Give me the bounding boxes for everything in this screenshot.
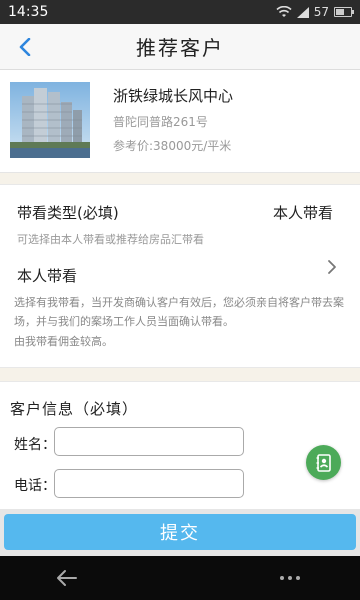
name-label: 姓名： bbox=[14, 437, 56, 453]
viewing-type-hint: 可选择由本人带看或推荐给房品汇带看 bbox=[17, 233, 204, 246]
wifi-icon bbox=[276, 6, 292, 17]
property-card[interactable]: 浙铁绿城长风中心 普陀同普路261号 参考价:38000元/平米 bbox=[0, 70, 360, 173]
viewing-type-value[interactable]: 本人带看 bbox=[273, 202, 333, 223]
property-name: 浙铁绿城长风中心 bbox=[113, 87, 234, 105]
back-button[interactable] bbox=[10, 32, 40, 62]
customer-info-section: 客户信息（必填） 姓名： 电话： bbox=[0, 381, 360, 509]
phone-label: 电话： bbox=[14, 478, 56, 494]
chevron-right-icon[interactable] bbox=[324, 257, 340, 277]
viewing-type-section: 带看类型(必填) 本人带看 可选择由本人带看或推荐给房品汇带看 本人带看 选择有… bbox=[0, 184, 360, 368]
section-divider bbox=[0, 368, 360, 381]
system-nav-bar bbox=[0, 556, 360, 600]
viewing-option-note: 由我带看佣金较高。 bbox=[14, 335, 113, 348]
property-image bbox=[10, 82, 90, 158]
status-time: 14:35 bbox=[8, 4, 49, 20]
nav-bar: 推荐客户 bbox=[0, 24, 360, 70]
viewing-type-label: 带看类型(必填) bbox=[17, 204, 119, 222]
name-input[interactable] bbox=[54, 427, 244, 456]
viewing-option-title[interactable]: 本人带看 bbox=[17, 265, 77, 286]
property-price: 参考价:38000元/平米 bbox=[113, 139, 232, 153]
viewing-option-description: 选择有我带看，当开发商确认客户有效后，您必须亲自将客户带去案场，并与我们的案场工… bbox=[14, 296, 344, 328]
submit-bar: 提交 bbox=[0, 509, 360, 556]
contact-book-icon bbox=[316, 453, 331, 472]
status-bar: 14:35 57 bbox=[0, 0, 360, 24]
page-title: 推荐客户 bbox=[136, 36, 224, 60]
customer-info-heading: 客户信息（必填） bbox=[10, 400, 139, 418]
submit-button[interactable]: 提交 bbox=[4, 514, 356, 550]
phone-input[interactable] bbox=[54, 469, 244, 498]
contact-picker-button[interactable] bbox=[306, 445, 341, 480]
chevron-left-icon bbox=[19, 38, 31, 56]
battery-percent: 57 bbox=[313, 5, 329, 19]
section-divider bbox=[0, 173, 360, 184]
battery-icon bbox=[334, 7, 354, 17]
signal-icon bbox=[296, 6, 309, 18]
status-indicators: 57 bbox=[276, 5, 354, 19]
property-address: 普陀同普路261号 bbox=[113, 115, 208, 129]
system-back-icon[interactable] bbox=[54, 566, 80, 590]
system-menu-icon[interactable] bbox=[280, 570, 302, 586]
